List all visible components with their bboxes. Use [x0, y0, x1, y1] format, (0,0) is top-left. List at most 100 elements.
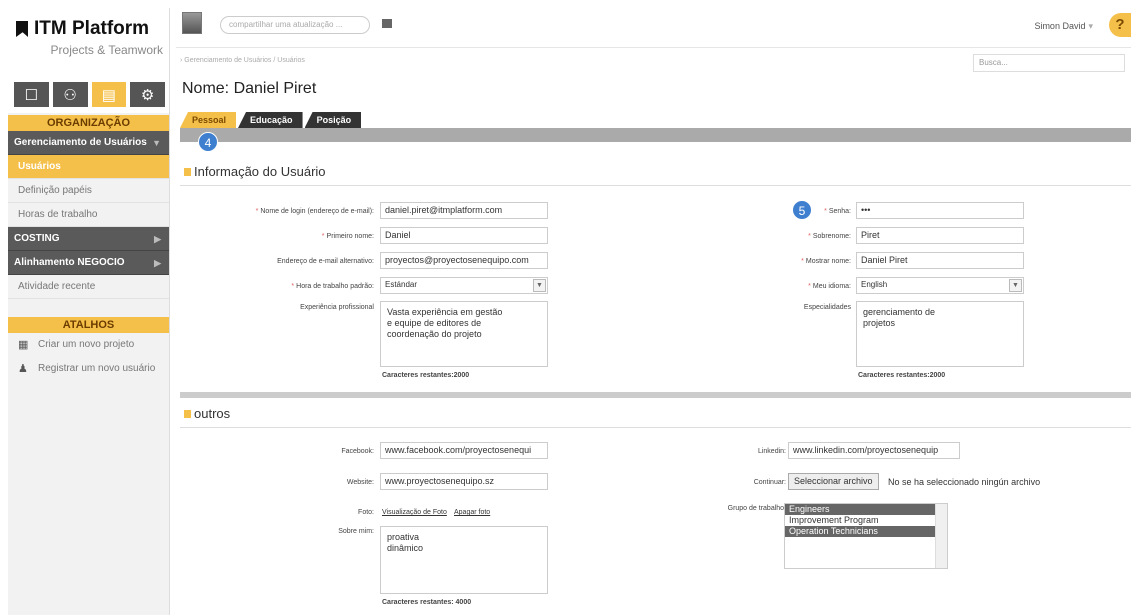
- text-line: Vasta experiência em gestão: [387, 307, 503, 317]
- experience-textarea[interactable]: Vasta experiência em gestão e equipe de …: [380, 301, 548, 367]
- attachment-icon[interactable]: [382, 19, 392, 28]
- experience-remaining: Caracteres restantes:2000: [382, 372, 470, 379]
- label-text: Hora de trabalho padrão:: [296, 283, 374, 290]
- step-badge-5: 5: [792, 200, 812, 220]
- sidebar-item-users[interactable]: Usuários: [8, 155, 169, 179]
- selected-value: English: [861, 280, 888, 289]
- linkedin-label: Linkedin:: [757, 448, 786, 455]
- label-text: Primeiro nome:: [326, 233, 374, 240]
- workgroup-option[interactable]: Engineers: [785, 504, 947, 515]
- chevron-down-icon: ▾: [1088, 21, 1093, 31]
- specialties-remaining: Caracteres restantes:2000: [858, 372, 946, 379]
- chevron-down-icon: ▼: [533, 279, 546, 292]
- choose-file-button[interactable]: Seleccionar archivo: [788, 473, 879, 490]
- text-line: gerenciamento de: [863, 307, 936, 317]
- facebook-label: Facebook:: [341, 448, 374, 455]
- tab-personal[interactable]: Pessoal: [180, 112, 237, 128]
- label-text: Sobrenome:: [812, 233, 851, 240]
- workgroup-option[interactable]: Improvement Program: [785, 515, 947, 526]
- tab-position[interactable]: Posição: [304, 112, 362, 128]
- help-icon[interactable]: ?: [1109, 13, 1131, 37]
- people-module-icon[interactable]: ⚇: [52, 82, 88, 107]
- display-name-field[interactable]: Daniel Piret: [856, 252, 1024, 269]
- section-title: Informação do Usuário: [194, 164, 326, 179]
- module-switcher: ☐ ⚇ ▤ ⚙: [8, 70, 169, 113]
- top-bar: compartilhar uma atualização ... Simon D…: [176, 8, 1131, 48]
- first-name-field[interactable]: Daniel: [380, 227, 548, 244]
- display-name-label: * Mostrar nome:: [801, 258, 851, 265]
- selected-value: Estándar: [385, 280, 418, 289]
- required-marker: *: [824, 208, 827, 215]
- about-textarea[interactable]: proativa dinâmico: [380, 526, 548, 594]
- experience-label: Experiência profissional: [300, 304, 374, 311]
- workhours-label: * Hora de trabalho padrão:: [291, 283, 374, 290]
- projects-module-icon[interactable]: ☐: [14, 82, 49, 107]
- required-marker: *: [321, 233, 325, 240]
- text-line: projetos: [863, 318, 896, 328]
- brand-subtitle: Projects & Teamwork: [50, 43, 163, 57]
- workgroup-multiselect[interactable]: Engineers Improvement Program Operation …: [784, 503, 948, 569]
- shortcut-new-project[interactable]: ▦ Criar um novo projeto: [8, 333, 169, 357]
- user-icon: ♟: [18, 363, 28, 375]
- view-photo-link[interactable]: Visualização de Foto: [382, 509, 447, 516]
- required-marker: *: [291, 283, 295, 290]
- group-label: COSTING: [14, 233, 60, 244]
- group-user-management[interactable]: Gerenciamento de Usuários ▼: [8, 131, 169, 155]
- section-marker: [184, 168, 191, 176]
- specialties-label: Especialidades: [803, 304, 851, 311]
- sidebar-item-activity[interactable]: Atividade recente: [8, 275, 169, 299]
- specialties-textarea[interactable]: gerenciamento de projetos: [856, 301, 1024, 367]
- login-email-field[interactable]: daniel.piret@itmplatform.com: [380, 202, 548, 219]
- chevron-right-icon: ▶: [154, 234, 161, 244]
- step-badge-4: 4: [198, 132, 218, 152]
- required-marker: *: [808, 233, 811, 240]
- last-name-label: * Sobrenome:: [808, 233, 851, 240]
- group-business-alignment[interactable]: Alinhamento NEGOCIO ▶: [8, 251, 169, 275]
- user-menu[interactable]: Simon David ▾: [1034, 21, 1093, 32]
- facebook-field[interactable]: www.facebook.com/proyectosenequi: [380, 442, 548, 459]
- label-text: Nome de login (endereço de e-mail):: [260, 208, 374, 215]
- breadcrumb[interactable]: › Gerenciamento de Usuários / Usuários: [180, 57, 305, 64]
- language-select[interactable]: English ▼: [856, 277, 1024, 294]
- label-text: Senha:: [828, 208, 851, 215]
- continue-label: Continuar:: [753, 479, 786, 486]
- chevron-down-icon: ▼: [152, 138, 161, 148]
- page-title: Nome: Daniel Piret: [182, 80, 317, 97]
- about-remaining: Caracteres restantes: 4000: [382, 599, 472, 606]
- scrollbar[interactable]: [935, 504, 947, 568]
- project-icon: ▦: [18, 339, 29, 351]
- section-header-other: outros: [180, 400, 1131, 428]
- organization-module-icon[interactable]: ▤: [91, 82, 127, 107]
- sidebar-item-roles[interactable]: Definição papéis: [8, 179, 169, 203]
- sidebar: ITM Platform Projects & Teamwork ☐ ⚇ ▤ ⚙…: [8, 8, 170, 615]
- label-text: Mostrar nome:: [805, 258, 851, 265]
- language-label: * Meu idioma:: [808, 283, 851, 290]
- workgroup-option[interactable]: Operation Technicians: [785, 526, 947, 537]
- delete-photo-link[interactable]: Apagar foto: [454, 509, 490, 516]
- required-marker: *: [255, 208, 259, 215]
- settings-module-icon[interactable]: ⚙: [130, 82, 165, 107]
- password-label: * Senha:: [824, 208, 851, 215]
- group-label: Gerenciamento de Usuários: [14, 137, 147, 148]
- avatar[interactable]: [182, 12, 202, 34]
- last-name-field[interactable]: Piret: [856, 227, 1024, 244]
- search-input[interactable]: Busca...: [973, 54, 1125, 72]
- shortcut-new-user[interactable]: ♟ Registrar um novo usuário: [8, 357, 169, 381]
- text-line: coordenação do projeto: [387, 329, 482, 339]
- login-label: * Nome de login (endereço de e-mail):: [256, 208, 374, 215]
- chevron-right-icon: ▶: [154, 258, 161, 268]
- linkedin-field[interactable]: www.linkedin.com/proyectosenequip: [788, 442, 960, 459]
- group-costing[interactable]: COSTING ▶: [8, 227, 169, 251]
- sidebar-item-hours[interactable]: Horas de trabalho: [8, 203, 169, 227]
- password-field[interactable]: •••: [856, 202, 1024, 219]
- tab-education[interactable]: Educação: [238, 112, 303, 128]
- logo[interactable]: ITM Platform: [16, 18, 169, 40]
- website-field[interactable]: www.proyectosenequipo.sz: [380, 473, 548, 490]
- photo-label: Foto:: [358, 509, 374, 516]
- alt-email-field[interactable]: proyectos@proyectosenequipo.com: [380, 252, 548, 269]
- workhours-select[interactable]: Estándar ▼: [380, 277, 548, 294]
- share-update-input[interactable]: compartilhar uma atualização ...: [220, 16, 370, 34]
- section-title-organization: ORGANIZAÇÃO: [8, 115, 169, 131]
- section-marker: [184, 410, 191, 418]
- section-title: outros: [194, 406, 231, 421]
